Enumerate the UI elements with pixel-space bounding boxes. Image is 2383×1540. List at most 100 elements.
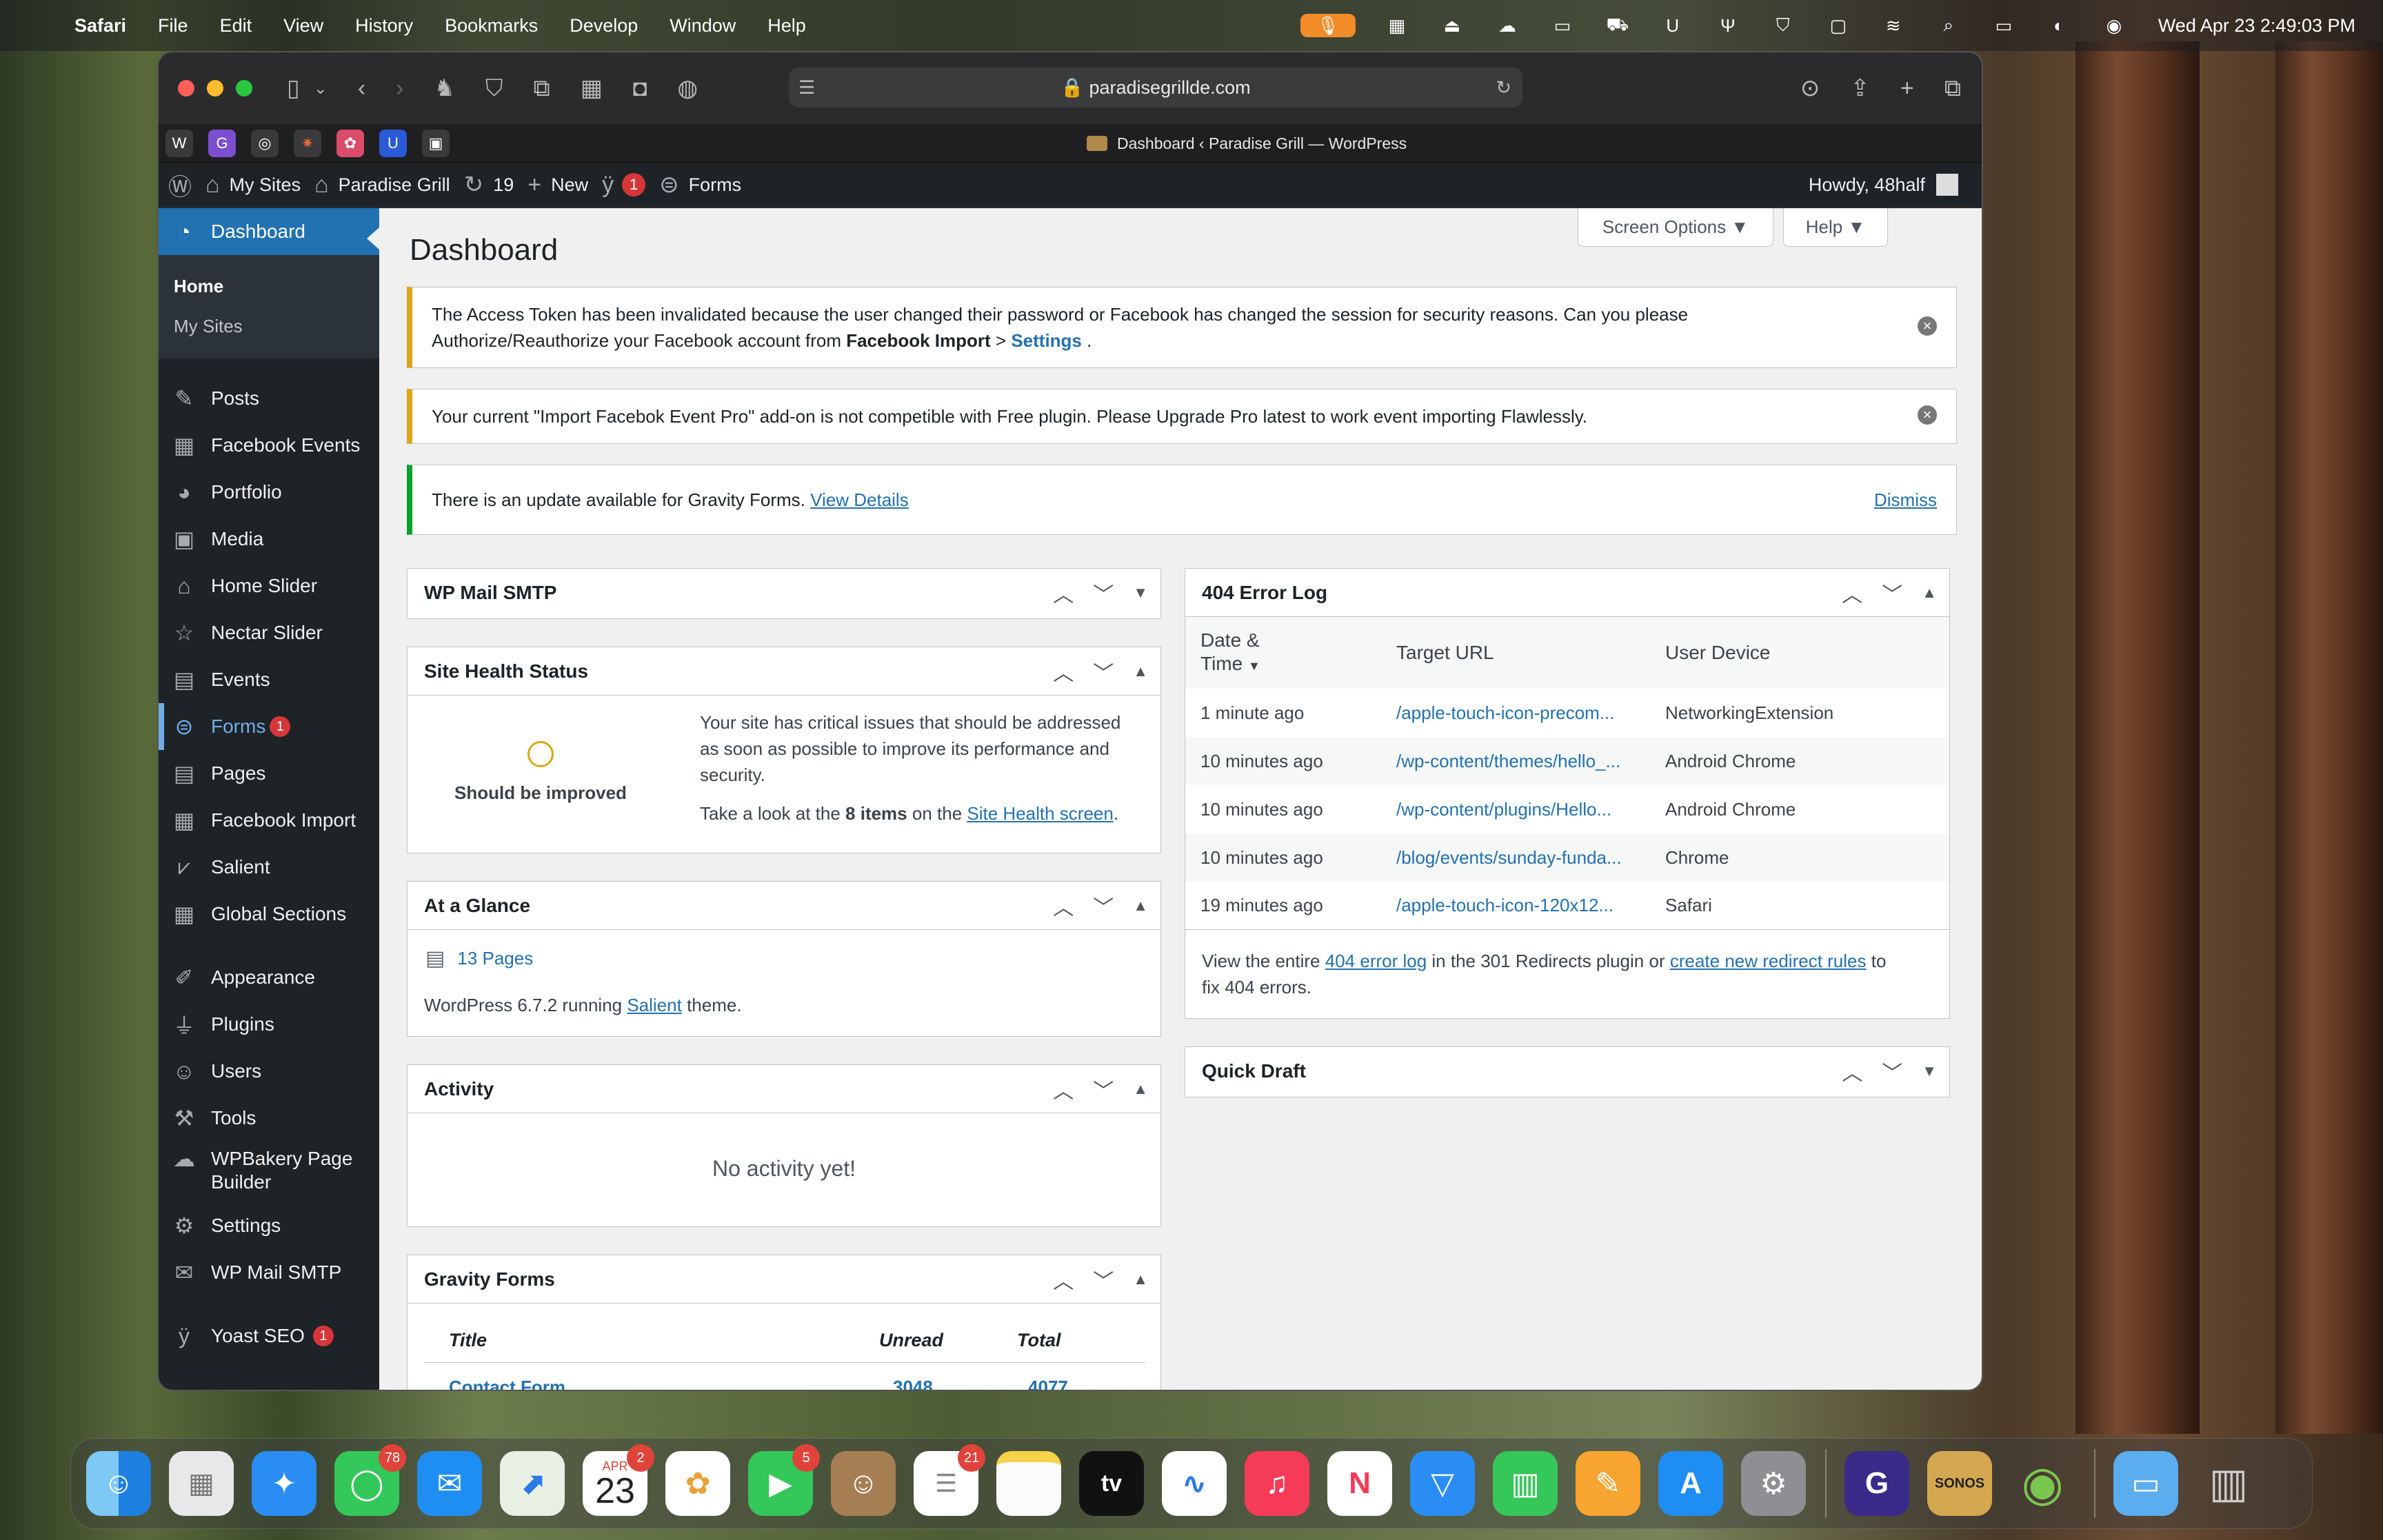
- menubar-clock[interactable]: Wed Apr 23 2:49:03 PM: [2158, 15, 2355, 37]
- microphone-icon[interactable]: 🎙: [1300, 14, 1356, 37]
- app-store-icon[interactable]: A: [1658, 1451, 1723, 1516]
- sidebar-item-pages[interactable]: ▤ Pages: [159, 750, 379, 797]
- safari-icon[interactable]: ✦: [252, 1451, 316, 1516]
- sort-arrow-icon[interactable]: ▼: [1248, 659, 1260, 673]
- extension-icon[interactable]: ⧉: [533, 75, 550, 102]
- screen-options-button[interactable]: Screen Options ▼: [1578, 208, 1773, 247]
- move-up-icon[interactable]: ︿: [1053, 578, 1074, 608]
- menu-file[interactable]: File: [158, 15, 188, 37]
- menu-window[interactable]: Window: [670, 15, 736, 37]
- sidebar-item-media[interactable]: ▣ Media: [159, 516, 379, 563]
- sidebar-item-forms[interactable]: ⊜ Forms 1: [159, 703, 379, 750]
- menu-history[interactable]: History: [355, 15, 413, 37]
- sidebar-item-home-slider[interactable]: ⌂ Home Slider: [159, 563, 379, 609]
- wifi-icon[interactable]: ≋: [1880, 14, 1907, 37]
- move-up-icon[interactable]: ︿: [1053, 656, 1074, 687]
- close-window-button[interactable]: [178, 80, 194, 97]
- pinned-tab[interactable]: ✷: [294, 129, 321, 157]
- notes-icon[interactable]: [996, 1451, 1061, 1516]
- new-tab-icon[interactable]: +: [1900, 75, 1914, 102]
- dismiss-link[interactable]: Dismiss: [1874, 487, 1937, 513]
- gpt-icon[interactable]: G: [1844, 1451, 1909, 1516]
- move-down-icon[interactable]: ﹀: [1093, 656, 1114, 687]
- sidebar-item-tools[interactable]: ⚒ Tools: [159, 1095, 379, 1142]
- numbers-icon[interactable]: ▥: [1493, 1451, 1558, 1516]
- toggle-panel-icon[interactable]: ▲: [1133, 897, 1148, 915]
- reminders-icon[interactable]: ☰ 21: [914, 1444, 985, 1516]
- shield-extension-icon[interactable]: ⛉: [485, 75, 503, 102]
- help-button[interactable]: Help ▼: [1783, 208, 1888, 247]
- finder-icon[interactable]: ☺: [86, 1451, 151, 1516]
- toggle-panel-icon[interactable]: ▼: [1133, 584, 1148, 602]
- mail-icon[interactable]: ✉: [417, 1451, 482, 1516]
- sidebar-item-plugins[interactable]: ⏚ Plugins: [159, 1001, 379, 1048]
- ublock-icon[interactable]: U: [1659, 14, 1687, 37]
- move-down-icon[interactable]: ﹀: [1093, 578, 1114, 608]
- car-icon[interactable]: ⛟: [1604, 14, 1631, 37]
- admin-bar-site-name[interactable]: ⌂ Paradise Grill: [314, 172, 450, 199]
- zoom-window-button[interactable]: [236, 80, 252, 97]
- extension-icon[interactable]: ♞: [434, 74, 454, 102]
- sidebar-item-dashboard[interactable]: ◔ Dashboard: [159, 208, 379, 255]
- folder-icon[interactable]: ▭: [2113, 1451, 2178, 1516]
- menu-develop[interactable]: Develop: [570, 15, 638, 37]
- move-down-icon[interactable]: ﹀: [1093, 891, 1114, 921]
- calendar-icon[interactable]: APR 23 2: [583, 1444, 654, 1516]
- target-url-link[interactable]: /wp-content/themes/hello_...: [1396, 751, 1665, 772]
- pinned-tab[interactable]: ◎: [251, 129, 279, 157]
- admin-bar-account[interactable]: Howdy, 48half: [1809, 163, 1958, 207]
- cloud-icon[interactable]: ☁: [1494, 14, 1521, 37]
- control-center-icon[interactable]: ◐: [2045, 14, 2073, 37]
- submenu-home[interactable]: Home: [159, 266, 379, 306]
- sidebar-item-events[interactable]: ▤ Events: [159, 656, 379, 703]
- sidebar-item-wp-mail-smtp[interactable]: ✉ WP Mail SMTP: [159, 1249, 379, 1296]
- sidebar-item-appearance[interactable]: ✐ Appearance: [159, 954, 379, 1001]
- reader-icon[interactable]: ☰: [798, 77, 815, 99]
- move-up-icon[interactable]: ︿: [1053, 1264, 1074, 1295]
- form-unread-link[interactable]: 3048: [893, 1377, 933, 1390]
- form-total-link[interactable]: 4077: [1028, 1377, 1068, 1390]
- apple-tv-icon[interactable]: tv: [1079, 1451, 1144, 1516]
- maps-icon[interactable]: ⬈: [500, 1451, 565, 1516]
- sidebar-item-salient[interactable]: ⩗ Salient: [159, 844, 379, 891]
- music-icon[interactable]: ♫: [1245, 1451, 1309, 1516]
- pinned-tab[interactable]: W: [165, 129, 193, 157]
- target-url-link[interactable]: /wp-content/plugins/Hello...: [1396, 799, 1665, 820]
- contacts-icon[interactable]: ☺: [831, 1451, 896, 1516]
- move-up-icon[interactable]: ︿: [1053, 891, 1074, 921]
- pages-count-link[interactable]: 13 Pages: [457, 948, 533, 969]
- pinned-tab[interactable]: ▣: [422, 129, 450, 157]
- extension-icon[interactable]: ◘: [633, 75, 647, 102]
- pages-app-icon[interactable]: ✎: [1576, 1451, 1640, 1516]
- globe-icon[interactable]: ◍: [677, 74, 698, 102]
- sidebar-item-facebook-import[interactable]: ▦ Facebook Import: [159, 797, 379, 844]
- create-redirect-link[interactable]: create new redirect rules: [1670, 951, 1867, 971]
- toggle-panel-icon[interactable]: ▲: [1133, 1270, 1148, 1288]
- trash-icon[interactable]: ▥: [2196, 1451, 2261, 1516]
- sidebar-item-posts[interactable]: ✎ Posts: [159, 375, 379, 422]
- sidebar-item-nectar-slider[interactable]: ☆ Nectar Slider: [159, 609, 379, 656]
- sidebar-item-facebook-events[interactable]: ▦ Facebook Events: [159, 422, 379, 469]
- sidebar-item-settings[interactable]: ⚙ Settings: [159, 1202, 379, 1249]
- back-icon[interactable]: ‹: [358, 75, 365, 102]
- tab-overview-icon[interactable]: ⧉: [1944, 75, 1961, 102]
- toggle-panel-icon[interactable]: ▲: [1133, 662, 1148, 680]
- site-health-link[interactable]: Site Health screen: [967, 803, 1113, 824]
- menu-bookmarks[interactable]: Bookmarks: [445, 15, 538, 37]
- photos-icon[interactable]: ✿: [665, 1451, 730, 1516]
- sidebar-item-portfolio[interactable]: ◕ Portfolio: [159, 469, 379, 516]
- menu-view[interactable]: View: [283, 15, 323, 37]
- move-up-icon[interactable]: ︿: [1053, 1074, 1074, 1104]
- settings-link[interactable]: Settings: [1011, 330, 1082, 351]
- keynote-icon[interactable]: ▽: [1410, 1451, 1475, 1516]
- admin-bar-new[interactable]: + New: [527, 172, 588, 199]
- reload-icon[interactable]: ↻: [1496, 77, 1511, 99]
- minimize-window-button[interactable]: [207, 80, 223, 97]
- forward-icon[interactable]: ›: [396, 75, 403, 102]
- sidebar-item-yoast-seo[interactable]: ÿ Yoast SEO 1: [159, 1313, 379, 1359]
- submenu-my-sites[interactable]: My Sites: [159, 306, 379, 346]
- facetime-icon[interactable]: ▶ 5: [748, 1444, 820, 1516]
- system-settings-icon[interactable]: ⚙: [1741, 1451, 1806, 1516]
- download-icon[interactable]: ⊙: [1800, 74, 1820, 102]
- news-icon[interactable]: N: [1327, 1451, 1392, 1516]
